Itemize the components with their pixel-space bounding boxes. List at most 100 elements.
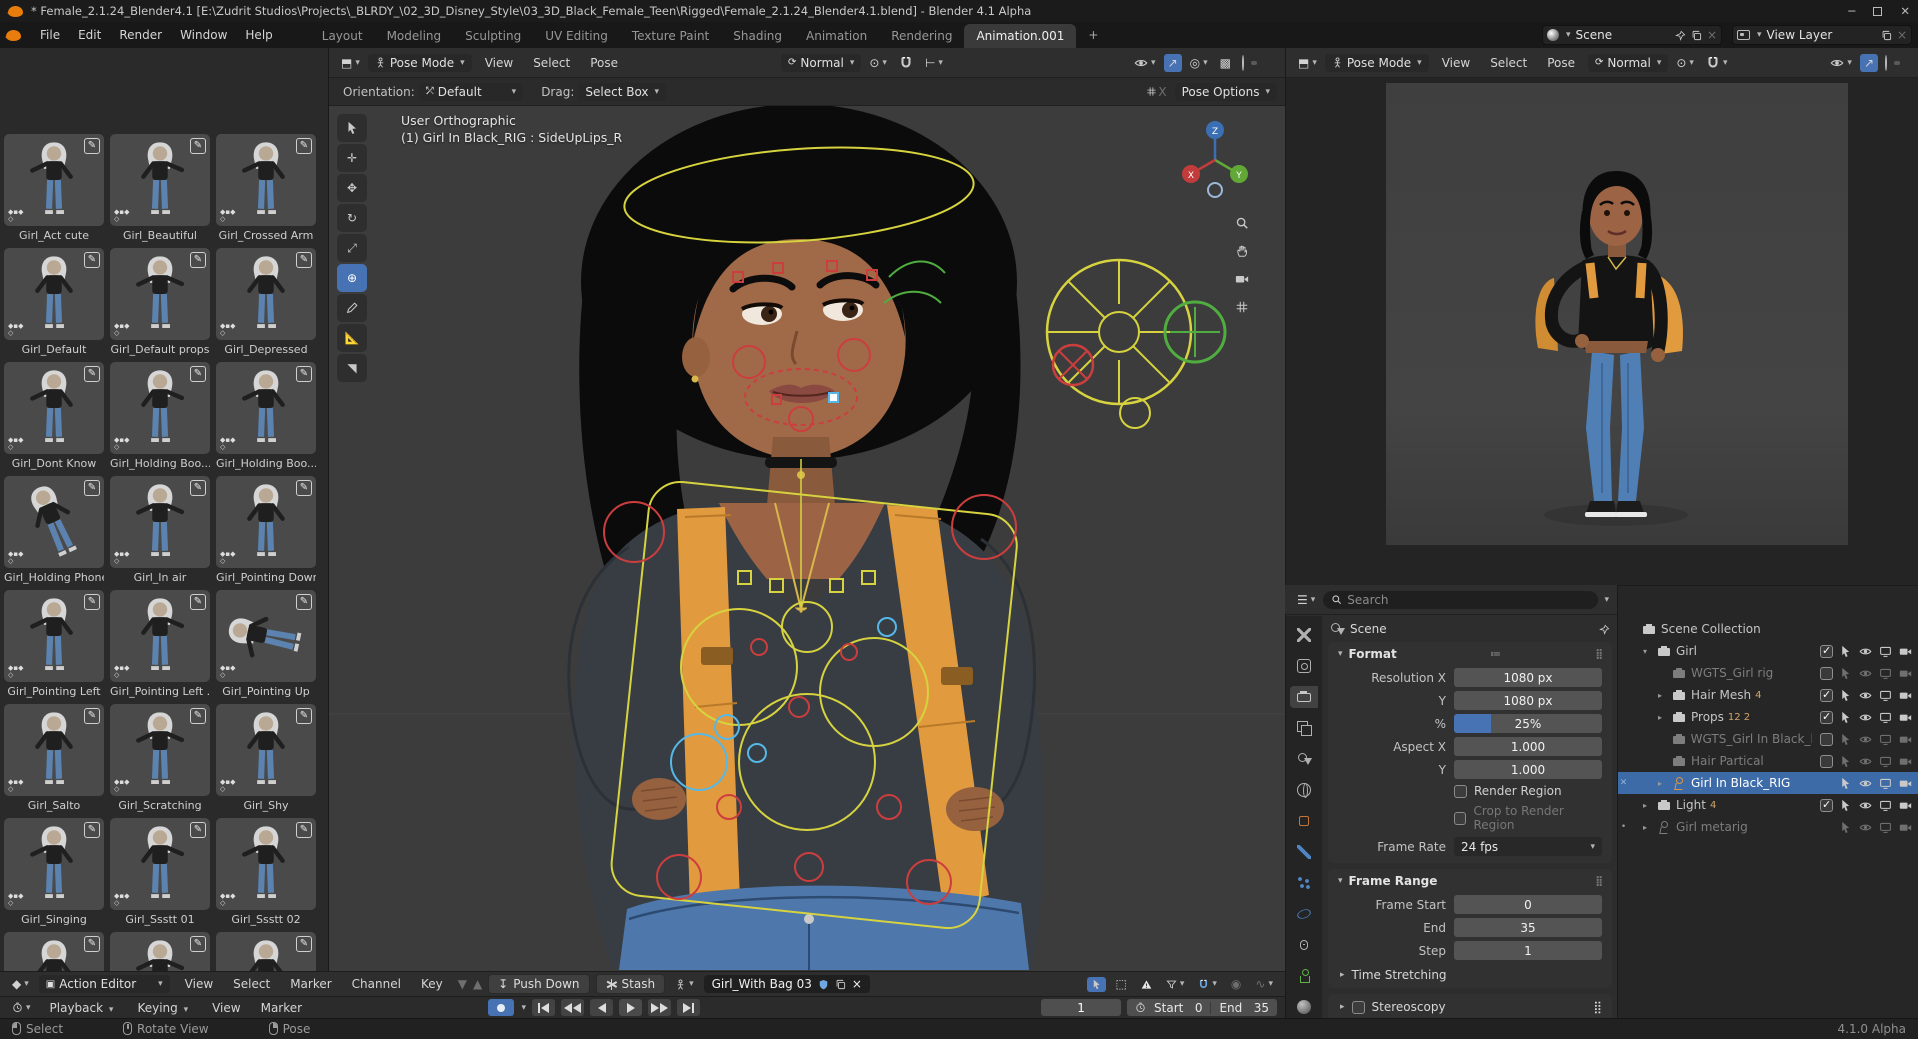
disable-viewport-icon[interactable] (1879, 689, 1892, 702)
end-frame-field[interactable]: End 35 (1219, 1001, 1269, 1015)
falloff-curve-icon[interactable]: ∿▾ (1251, 975, 1277, 993)
exclude-checkbox[interactable] (1820, 733, 1833, 746)
edit-asset-icon[interactable]: ✎ (296, 252, 312, 268)
asset-item[interactable]: ✎ ◆▪◆◇ Girl_Default (4, 248, 104, 356)
unlink-action-icon[interactable]: × (852, 977, 862, 991)
pin-icon[interactable] (1675, 30, 1686, 41)
shading-wireframe-icon[interactable] (1239, 54, 1247, 72)
edit-asset-icon[interactable]: ✎ (84, 936, 100, 952)
hide-viewport-icon[interactable] (1859, 645, 1872, 658)
properties-search[interactable]: Search (1323, 591, 1598, 609)
edit-asset-icon[interactable]: ✎ (296, 708, 312, 724)
outliner-row[interactable]: Girl (1618, 640, 1918, 662)
edit-asset-icon[interactable]: ✎ (84, 252, 100, 268)
menu-item[interactable]: Edit (69, 25, 110, 45)
asset-thumbnail[interactable]: ✎ ◆▪◆◇ (216, 248, 316, 340)
outliner-row[interactable]: Scene Collection (1618, 618, 1918, 640)
move-up-icon[interactable]: ▲ (473, 977, 482, 991)
viewport-menu-item[interactable]: Pose (581, 53, 627, 73)
expander-icon[interactable] (1658, 691, 1668, 700)
editor-type-icon[interactable]: ▾ (8, 1000, 35, 1015)
edit-asset-icon[interactable]: ✎ (84, 366, 100, 382)
current-frame-field[interactable]: 1 (1041, 999, 1121, 1016)
property-field[interactable]: 1 (1454, 941, 1602, 960)
shading-wireframe-icon[interactable] (1882, 54, 1890, 72)
workspace-tab[interactable]: UV Editing (533, 24, 620, 48)
transform-orientation[interactable]: ⟳Normal▾ (781, 54, 861, 72)
checkbox[interactable] (1454, 812, 1466, 825)
orientation-dropdown[interactable]: ⤱Default▾ (419, 83, 523, 101)
dopesheet-menu-item[interactable]: Key (412, 974, 452, 994)
edit-asset-icon[interactable]: ✎ (190, 480, 206, 496)
minimize-button[interactable]: ─ (1848, 4, 1855, 18)
scene-3d-character[interactable] (329, 106, 1285, 971)
gizmos-toggle-icon[interactable]: ↗ (1860, 54, 1878, 72)
asset-thumbnail[interactable]: ✎ ◆▪◆◇ (4, 590, 104, 682)
tab-output[interactable] (1290, 686, 1318, 708)
zoom-icon[interactable] (1235, 216, 1249, 230)
viewport-menu-item[interactable]: Select (524, 53, 579, 73)
hide-viewport-icon[interactable] (1859, 711, 1872, 724)
disable-viewport-icon[interactable] (1879, 711, 1892, 724)
asset-thumbnail[interactable]: ✎ ◆▪◆◇ (4, 818, 104, 910)
disable-viewport-icon[interactable] (1879, 667, 1892, 680)
disable-viewport-icon[interactable] (1879, 755, 1892, 768)
selectable-icon[interactable] (1839, 821, 1852, 834)
tweak-tool[interactable] (337, 114, 367, 142)
edit-asset-icon[interactable]: ✎ (190, 252, 206, 268)
asset-item[interactable]: ✎ ◆▪◆◇ Girl_Shy (216, 704, 316, 812)
edit-asset-icon[interactable]: ✎ (190, 936, 206, 952)
cursor-tool[interactable]: ✛ (337, 144, 367, 172)
expander-icon[interactable] (1643, 823, 1653, 832)
selectable-icon[interactable] (1839, 667, 1852, 680)
visibility-icon[interactable]: ▾ (1826, 54, 1856, 72)
asset-thumbnail[interactable]: ✎ ◆▪◆◇ (110, 476, 210, 568)
edit-asset-icon[interactable]: ✎ (296, 822, 312, 838)
tab-scene[interactable] (1290, 748, 1318, 770)
disable-viewport-icon[interactable] (1879, 733, 1892, 746)
frame-range-header[interactable]: ▾Frame Range ⣿ (1328, 869, 1612, 893)
disable-render-icon[interactable] (1899, 667, 1912, 680)
asset-item[interactable]: ✎ ◆▪◆◇ Girl_Pointing Down (216, 476, 316, 584)
property-field[interactable]: 1.000 (1454, 737, 1602, 756)
time-stretching-section[interactable]: ▸Time Stretching (1328, 962, 1612, 988)
expander-icon[interactable] (1643, 647, 1653, 656)
frame-rate-dropdown[interactable]: 24 fps ▾ (1454, 837, 1602, 856)
asset-item[interactable]: ✎ ◆▪◆◇ Girl_Pointing Left ... (110, 590, 210, 698)
stereoscopy-section[interactable]: ▸ Stereoscopy ⣿ (1328, 994, 1612, 1019)
exclude-checkbox[interactable] (1820, 645, 1833, 658)
drag-dots-icon[interactable]: ⣿ (1595, 876, 1604, 887)
show-errors-icon[interactable] (1137, 977, 1156, 992)
proportional-edit-icon[interactable]: ◉ (1227, 975, 1245, 993)
editor-type-icon[interactable]: ⬒▾ (337, 54, 364, 72)
asset-thumbnail[interactable]: ✎ ◆▪◆◇ (110, 362, 210, 454)
shading-material-icon[interactable] (1904, 61, 1910, 65)
play-reverse-button[interactable] (590, 999, 613, 1016)
navigation-gizmo[interactable]: Z Y X (1173, 118, 1257, 202)
edit-asset-icon[interactable]: ✎ (296, 138, 312, 154)
options-chevron-icon[interactable]: ▾ (1604, 595, 1609, 605)
shading-solid-icon[interactable] (1894, 61, 1900, 65)
jump-to-start-button[interactable] (532, 999, 555, 1016)
disable-render-icon[interactable] (1899, 777, 1912, 790)
tab-constraints[interactable] (1290, 934, 1318, 956)
edit-asset-icon[interactable]: ✎ (190, 708, 206, 724)
asset-thumbnail[interactable]: ✎ ◆▪◆◇ (216, 134, 316, 226)
copy-action-icon[interactable] (835, 979, 846, 990)
tab-material[interactable] (1290, 996, 1318, 1018)
preview-menu-item[interactable]: Select (1481, 53, 1536, 73)
outliner-row[interactable]: Hair Mesh 4 (1618, 684, 1918, 706)
edit-asset-icon[interactable]: ✎ (84, 138, 100, 154)
overlays-icon[interactable]: ◎▾ (1186, 54, 1212, 72)
checkbox[interactable] (1454, 785, 1467, 798)
tab-particles[interactable] (1290, 872, 1318, 894)
drag-dots-icon[interactable]: ⣿ (1595, 649, 1604, 660)
asset-item[interactable]: ✎ ◆▪◆◇ Girl_Act cute (4, 134, 104, 242)
pin-icon[interactable] (1599, 624, 1610, 635)
disable-viewport-icon[interactable] (1879, 777, 1892, 790)
outliner-row[interactable]: WGTS_Girl rig (1618, 662, 1918, 684)
dopesheet-menu-item[interactable]: View (176, 974, 222, 994)
edit-asset-icon[interactable]: ✎ (84, 708, 100, 724)
start-frame-field[interactable]: Start 0 (1154, 1001, 1202, 1015)
tab-view-layer[interactable] (1290, 717, 1318, 739)
